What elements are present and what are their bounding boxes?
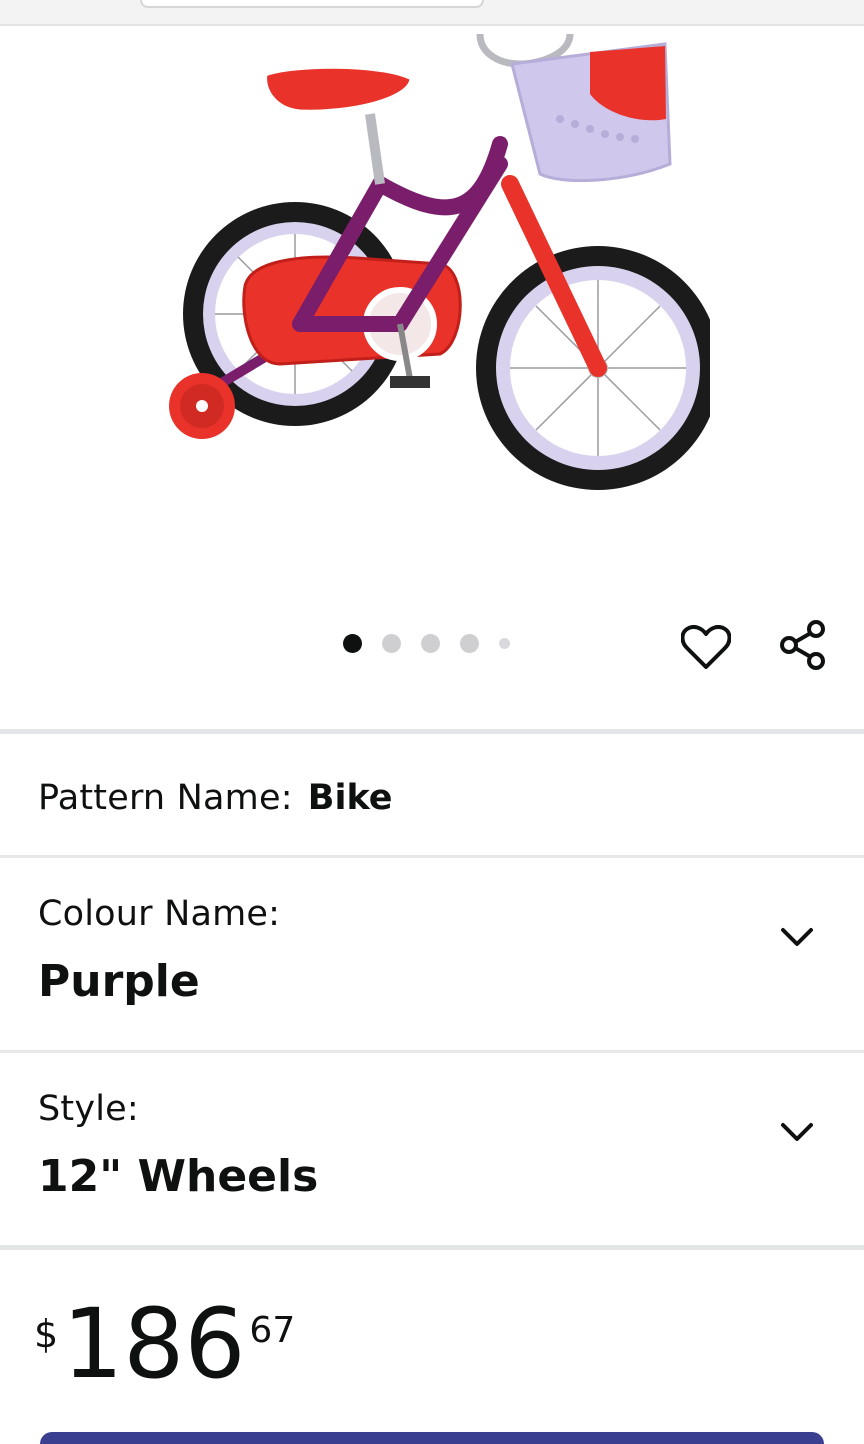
image-carousel-indicator[interactable] [343,634,510,653]
colour-name-value: Purple [38,956,200,1007]
add-to-wishlist-button[interactable] [676,618,736,678]
pattern-name-label: Pattern Name: [38,778,293,818]
section-divider [0,1245,864,1250]
product-image[interactable] [150,24,710,494]
carousel-dot-4[interactable] [460,634,479,653]
colour-name-label: Colour Name: [38,894,281,934]
product-price: $ 186 67 [34,1296,295,1392]
share-icon [780,620,825,670]
price-currency-symbol: $ [34,1312,59,1356]
top-status-strip [0,0,864,26]
style-selector[interactable]: Style: 12" Wheels [0,1053,864,1245]
front-basket [510,42,672,183]
pattern-name-value: Bike [307,778,393,818]
price-fraction: 67 [249,1310,296,1351]
carousel-dot-3[interactable] [421,634,440,653]
carousel-dot-1[interactable] [343,634,362,653]
heart-icon [681,625,731,669]
price-whole: 186 [62,1288,246,1400]
style-value: 12" Wheels [38,1151,319,1202]
search-bar-edge[interactable] [140,0,484,8]
style-label: Style: [38,1089,139,1129]
add-to-cart-button-edge[interactable] [40,1432,824,1444]
chevron-down-icon[interactable] [780,926,814,948]
carousel-dot-2[interactable] [382,634,401,653]
chevron-down-icon[interactable] [780,1121,814,1143]
colour-name-selector[interactable]: Colour Name: Purple [0,858,864,1050]
carousel-dot-5[interactable] [499,638,510,649]
pattern-name-row: Pattern Name: Bike [0,734,864,856]
share-button[interactable] [772,614,834,676]
